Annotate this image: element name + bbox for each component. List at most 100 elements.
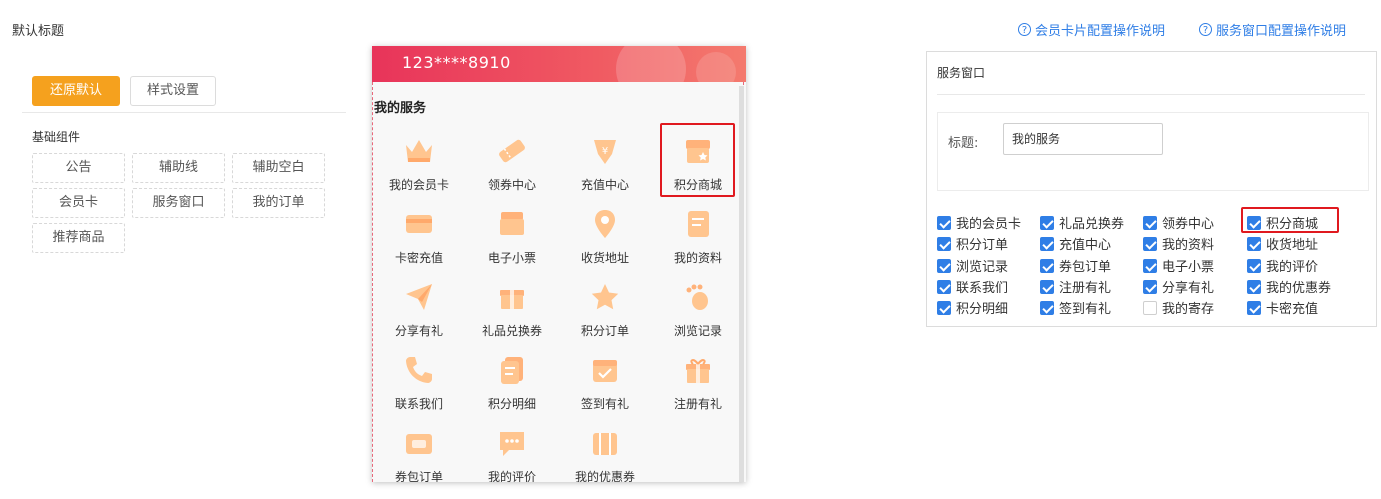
service-my-profile[interactable]: 我的资料	[652, 207, 744, 266]
checkbox-checked-icon	[1247, 236, 1261, 251]
points-mall-highlight	[660, 123, 735, 197]
service-recharge-center[interactable]: ¥ 充值中心	[559, 134, 651, 193]
paper-plane-icon	[406, 284, 432, 310]
list-doc-icon	[501, 357, 523, 384]
checkbox-unchecked-icon	[1143, 300, 1157, 315]
component-notice-button[interactable]: 公告	[32, 153, 125, 183]
checkbox-checked-icon	[937, 236, 951, 251]
service-coupon-center[interactable]: 领券中心	[466, 134, 558, 193]
checkbox-my-coupons[interactable]: 我的优惠券	[1247, 277, 1331, 296]
checkbox-my-profile[interactable]: 我的资料	[1143, 234, 1214, 253]
question-circle-icon: ?	[1199, 23, 1212, 36]
restore-default-button[interactable]: 还原默认	[32, 76, 120, 106]
star-icon	[591, 284, 619, 310]
service-my-member-card[interactable]: 我的会员卡	[373, 134, 465, 193]
checkbox-checked-icon	[1040, 258, 1054, 273]
checkbox-share-gift[interactable]: 分享有礼	[1143, 277, 1214, 296]
svg-text:¥: ¥	[602, 146, 608, 157]
document-icon	[688, 211, 709, 237]
checkbox-contact-us[interactable]: 联系我们	[937, 277, 1008, 296]
service-gift-voucher[interactable]: 礼品兑换券	[466, 280, 558, 339]
checkbox-gift-voucher[interactable]: 礼品兑换券	[1040, 213, 1124, 232]
service-label: 积分明细	[487, 397, 536, 411]
service-coupon-pack-orders[interactable]: 券包订单	[373, 426, 465, 482]
component-member-card-button[interactable]: 会员卡	[32, 188, 125, 218]
service-my-reviews[interactable]: 我的评价	[466, 426, 558, 482]
service-label: 礼品兑换券	[481, 324, 542, 338]
checkbox-checked-icon	[1143, 279, 1157, 294]
checkbox-checked-icon	[1143, 236, 1157, 251]
service-label: 我的评价	[487, 470, 536, 482]
checkbox-checked-icon	[1040, 236, 1054, 251]
panel-title: 服务窗口	[937, 66, 986, 80]
service-browse-history[interactable]: 浏览记录	[652, 280, 744, 339]
service-label: 领券中心	[487, 178, 536, 192]
gift-box-icon	[500, 290, 524, 309]
page-title: 默认标题	[12, 24, 65, 39]
service-window-help-link[interactable]: ? 服务窗口配置操作说明	[1199, 20, 1346, 39]
member-card-help-label: 会员卡片配置操作说明	[1035, 24, 1166, 39]
checkbox-my-storage[interactable]: 我的寄存	[1143, 298, 1214, 317]
service-points-detail[interactable]: 积分明细	[466, 353, 558, 412]
service-e-receipt[interactable]: 电子小票	[466, 207, 558, 266]
checkbox-checked-icon	[1247, 300, 1261, 315]
checkbox-points-orders[interactable]: 积分订单	[937, 234, 1008, 253]
service-my-coupons[interactable]: 我的优惠券	[559, 426, 651, 482]
service-points-orders[interactable]: 积分订单	[559, 280, 651, 339]
service-label: 分享有礼	[394, 324, 443, 338]
checkbox-checked-icon	[937, 258, 951, 273]
gift-icon	[686, 359, 710, 383]
title-input[interactable]: 我的服务	[1003, 123, 1163, 155]
checkbox-check-in-gift[interactable]: 签到有礼	[1040, 298, 1111, 317]
component-recommended-products-button[interactable]: 推荐商品	[32, 223, 125, 253]
service-label: 签到有礼	[580, 397, 629, 411]
checkbox-shipping-address[interactable]: 收货地址	[1247, 234, 1318, 253]
checkbox-checked-icon	[937, 279, 951, 294]
checkbox-checked-icon	[937, 215, 951, 230]
checkbox-my-member-card[interactable]: 我的会员卡	[937, 213, 1021, 232]
checkbox-register-gift[interactable]: 注册有礼	[1040, 277, 1111, 296]
service-card-recharge[interactable]: 卡密充值	[373, 207, 465, 266]
receipt-icon	[500, 212, 524, 235]
style-settings-button[interactable]: 样式设置	[130, 76, 216, 106]
checkbox-points-detail[interactable]: 积分明细	[937, 298, 1008, 317]
checkbox-checked-icon	[1143, 258, 1157, 273]
service-label: 浏览记录	[673, 324, 722, 338]
checkbox-recharge-center[interactable]: 充值中心	[1040, 234, 1111, 253]
checkbox-browse-history[interactable]: 浏览记录	[937, 256, 1008, 275]
service-label: 卡密充值	[394, 251, 443, 265]
phone-icon	[406, 357, 432, 383]
component-guideline-button[interactable]: 辅助线	[132, 153, 225, 183]
phone-number: 123****8910	[402, 53, 511, 72]
service-share-gift[interactable]: 分享有礼	[373, 280, 465, 339]
service-register-gift[interactable]: 注册有礼	[652, 353, 744, 412]
checkbox-checked-icon	[1247, 279, 1261, 294]
service-contact-us[interactable]: 联系我们	[373, 353, 465, 412]
component-spacer-button[interactable]: 辅助空白	[232, 153, 325, 183]
checkbox-e-receipt[interactable]: 电子小票	[1143, 256, 1214, 275]
member-card-help-link[interactable]: ? 会员卡片配置操作说明	[1018, 20, 1165, 39]
service-check-in-gift[interactable]: 签到有礼	[559, 353, 651, 412]
checkbox-checked-icon	[1040, 279, 1054, 294]
chat-bubble-icon	[500, 432, 524, 456]
coupon-icon	[593, 433, 617, 455]
service-label: 充值中心	[580, 178, 629, 192]
checkbox-my-reviews[interactable]: 我的评价	[1247, 256, 1318, 275]
service-label: 券包订单	[394, 470, 443, 482]
location-pin-icon	[595, 210, 615, 238]
member-card-header: 123****8910	[372, 46, 746, 82]
service-label: 注册有礼	[673, 397, 722, 411]
component-my-orders-button[interactable]: 我的订单	[232, 188, 325, 218]
points-mall-checkbox-highlight	[1241, 207, 1339, 233]
checkbox-card-recharge[interactable]: 卡密充值	[1247, 298, 1318, 317]
checkbox-coupon-center[interactable]: 领券中心	[1143, 213, 1214, 232]
component-service-window-button[interactable]: 服务窗口	[132, 188, 225, 218]
service-label: 我的会员卡	[388, 178, 449, 192]
coupon-bag-icon	[406, 434, 432, 454]
title-field-group: 标题: 我的服务	[937, 112, 1369, 191]
service-shipping-address[interactable]: 收货地址	[559, 207, 651, 266]
ticket-icon	[499, 139, 525, 163]
divider	[937, 94, 1365, 95]
checkbox-coupon-pack-orders[interactable]: 券包订单	[1040, 256, 1111, 275]
service-label: 联系我们	[394, 397, 443, 411]
